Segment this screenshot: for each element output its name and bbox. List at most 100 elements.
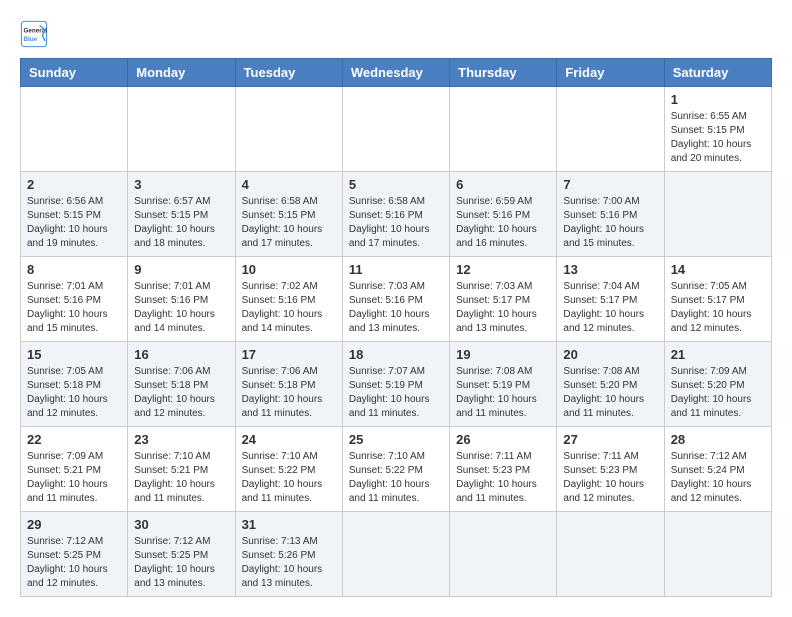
calendar-day-cell xyxy=(450,512,557,597)
day-info: Sunrise: 6:56 AMSunset: 5:15 PMDaylight:… xyxy=(27,195,121,251)
day-number: 30 xyxy=(134,517,228,532)
calendar-day-cell: 2 Sunrise: 6:56 AMSunset: 5:15 PMDayligh… xyxy=(21,172,128,257)
calendar-day-cell: 16 Sunrise: 7:06 AMSunset: 5:18 PMDaylig… xyxy=(128,342,235,427)
day-info: Sunrise: 7:12 AMSunset: 5:25 PMDaylight:… xyxy=(134,535,228,591)
day-number: 15 xyxy=(27,347,121,362)
day-info: Sunrise: 7:00 AMSunset: 5:16 PMDaylight:… xyxy=(563,195,657,251)
calendar-day-cell xyxy=(21,87,128,172)
calendar-day-cell: 6 Sunrise: 6:59 AMSunset: 5:16 PMDayligh… xyxy=(450,172,557,257)
day-info: Sunrise: 7:09 AMSunset: 5:20 PMDaylight:… xyxy=(671,365,765,421)
day-info: Sunrise: 7:10 AMSunset: 5:22 PMDaylight:… xyxy=(242,450,336,506)
calendar-day-cell: 8 Sunrise: 7:01 AMSunset: 5:16 PMDayligh… xyxy=(21,257,128,342)
calendar-week-row: 15 Sunrise: 7:05 AMSunset: 5:18 PMDaylig… xyxy=(21,342,772,427)
calendar-day-cell: 26 Sunrise: 7:11 AMSunset: 5:23 PMDaylig… xyxy=(450,427,557,512)
day-number: 21 xyxy=(671,347,765,362)
day-info: Sunrise: 7:11 AMSunset: 5:23 PMDaylight:… xyxy=(563,450,657,506)
day-info: Sunrise: 7:13 AMSunset: 5:26 PMDaylight:… xyxy=(242,535,336,591)
calendar-day-cell: 12 Sunrise: 7:03 AMSunset: 5:17 PMDaylig… xyxy=(450,257,557,342)
day-info: Sunrise: 7:11 AMSunset: 5:23 PMDaylight:… xyxy=(456,450,550,506)
calendar-day-cell: 18 Sunrise: 7:07 AMSunset: 5:19 PMDaylig… xyxy=(342,342,449,427)
calendar-day-cell: 31 Sunrise: 7:13 AMSunset: 5:26 PMDaylig… xyxy=(235,512,342,597)
calendar-header-monday: Monday xyxy=(128,59,235,87)
day-number: 3 xyxy=(134,177,228,192)
svg-text:Blue: Blue xyxy=(24,36,38,43)
day-info: Sunrise: 7:01 AMSunset: 5:16 PMDaylight:… xyxy=(134,280,228,336)
day-info: Sunrise: 7:05 AMSunset: 5:18 PMDaylight:… xyxy=(27,365,121,421)
day-info: Sunrise: 7:03 AMSunset: 5:17 PMDaylight:… xyxy=(456,280,550,336)
calendar-day-cell xyxy=(342,87,449,172)
day-number: 17 xyxy=(242,347,336,362)
day-number: 11 xyxy=(349,262,443,277)
calendar-day-cell: 30 Sunrise: 7:12 AMSunset: 5:25 PMDaylig… xyxy=(128,512,235,597)
day-number: 7 xyxy=(563,177,657,192)
day-number: 20 xyxy=(563,347,657,362)
day-info: Sunrise: 7:03 AMSunset: 5:16 PMDaylight:… xyxy=(349,280,443,336)
day-number: 26 xyxy=(456,432,550,447)
day-number: 22 xyxy=(27,432,121,447)
day-number: 14 xyxy=(671,262,765,277)
day-info: Sunrise: 6:55 AMSunset: 5:15 PMDaylight:… xyxy=(671,110,765,166)
calendar-header-thursday: Thursday xyxy=(450,59,557,87)
day-number: 10 xyxy=(242,262,336,277)
day-info: Sunrise: 7:10 AMSunset: 5:21 PMDaylight:… xyxy=(134,450,228,506)
calendar-day-cell: 28 Sunrise: 7:12 AMSunset: 5:24 PMDaylig… xyxy=(664,427,771,512)
day-number: 16 xyxy=(134,347,228,362)
calendar-week-row: 2 Sunrise: 6:56 AMSunset: 5:15 PMDayligh… xyxy=(21,172,772,257)
calendar-day-cell xyxy=(128,87,235,172)
calendar-day-cell: 27 Sunrise: 7:11 AMSunset: 5:23 PMDaylig… xyxy=(557,427,664,512)
day-number: 6 xyxy=(456,177,550,192)
day-number: 19 xyxy=(456,347,550,362)
calendar-day-cell xyxy=(557,512,664,597)
calendar-day-cell xyxy=(664,172,771,257)
calendar-day-cell: 25 Sunrise: 7:10 AMSunset: 5:22 PMDaylig… xyxy=(342,427,449,512)
day-number: 12 xyxy=(456,262,550,277)
calendar-day-cell xyxy=(557,87,664,172)
calendar-day-cell: 17 Sunrise: 7:06 AMSunset: 5:18 PMDaylig… xyxy=(235,342,342,427)
calendar-week-row: 22 Sunrise: 7:09 AMSunset: 5:21 PMDaylig… xyxy=(21,427,772,512)
logo-icon: General Blue xyxy=(20,20,48,48)
calendar-day-cell: 22 Sunrise: 7:09 AMSunset: 5:21 PMDaylig… xyxy=(21,427,128,512)
calendar-day-cell: 24 Sunrise: 7:10 AMSunset: 5:22 PMDaylig… xyxy=(235,427,342,512)
day-info: Sunrise: 6:59 AMSunset: 5:16 PMDaylight:… xyxy=(456,195,550,251)
day-number: 31 xyxy=(242,517,336,532)
day-info: Sunrise: 7:09 AMSunset: 5:21 PMDaylight:… xyxy=(27,450,121,506)
day-number: 5 xyxy=(349,177,443,192)
day-info: Sunrise: 7:12 AMSunset: 5:25 PMDaylight:… xyxy=(27,535,121,591)
day-number: 24 xyxy=(242,432,336,447)
calendar-day-cell: 20 Sunrise: 7:08 AMSunset: 5:20 PMDaylig… xyxy=(557,342,664,427)
day-info: Sunrise: 6:58 AMSunset: 5:15 PMDaylight:… xyxy=(242,195,336,251)
day-number: 18 xyxy=(349,347,443,362)
calendar-day-cell: 23 Sunrise: 7:10 AMSunset: 5:21 PMDaylig… xyxy=(128,427,235,512)
calendar-day-cell: 3 Sunrise: 6:57 AMSunset: 5:15 PMDayligh… xyxy=(128,172,235,257)
day-info: Sunrise: 7:06 AMSunset: 5:18 PMDaylight:… xyxy=(242,365,336,421)
page-header: General Blue xyxy=(20,20,772,48)
day-number: 23 xyxy=(134,432,228,447)
day-info: Sunrise: 7:12 AMSunset: 5:24 PMDaylight:… xyxy=(671,450,765,506)
calendar-day-cell: 9 Sunrise: 7:01 AMSunset: 5:16 PMDayligh… xyxy=(128,257,235,342)
day-number: 9 xyxy=(134,262,228,277)
day-info: Sunrise: 7:04 AMSunset: 5:17 PMDaylight:… xyxy=(563,280,657,336)
calendar-week-row: 1 Sunrise: 6:55 AMSunset: 5:15 PMDayligh… xyxy=(21,87,772,172)
day-number: 4 xyxy=(242,177,336,192)
calendar-day-cell: 10 Sunrise: 7:02 AMSunset: 5:16 PMDaylig… xyxy=(235,257,342,342)
calendar-day-cell: 4 Sunrise: 6:58 AMSunset: 5:15 PMDayligh… xyxy=(235,172,342,257)
calendar-day-cell: 5 Sunrise: 6:58 AMSunset: 5:16 PMDayligh… xyxy=(342,172,449,257)
calendar-header-saturday: Saturday xyxy=(664,59,771,87)
calendar-day-cell: 15 Sunrise: 7:05 AMSunset: 5:18 PMDaylig… xyxy=(21,342,128,427)
day-info: Sunrise: 7:01 AMSunset: 5:16 PMDaylight:… xyxy=(27,280,121,336)
day-info: Sunrise: 7:08 AMSunset: 5:20 PMDaylight:… xyxy=(563,365,657,421)
calendar-day-cell: 1 Sunrise: 6:55 AMSunset: 5:15 PMDayligh… xyxy=(664,87,771,172)
day-number: 29 xyxy=(27,517,121,532)
calendar-header-tuesday: Tuesday xyxy=(235,59,342,87)
calendar-day-cell xyxy=(342,512,449,597)
day-info: Sunrise: 6:58 AMSunset: 5:16 PMDaylight:… xyxy=(349,195,443,251)
calendar-header-wednesday: Wednesday xyxy=(342,59,449,87)
calendar-day-cell xyxy=(450,87,557,172)
day-number: 2 xyxy=(27,177,121,192)
calendar-header-row: SundayMondayTuesdayWednesdayThursdayFrid… xyxy=(21,59,772,87)
day-info: Sunrise: 7:02 AMSunset: 5:16 PMDaylight:… xyxy=(242,280,336,336)
day-info: Sunrise: 7:08 AMSunset: 5:19 PMDaylight:… xyxy=(456,365,550,421)
calendar-day-cell xyxy=(664,512,771,597)
calendar-header-sunday: Sunday xyxy=(21,59,128,87)
day-number: 28 xyxy=(671,432,765,447)
